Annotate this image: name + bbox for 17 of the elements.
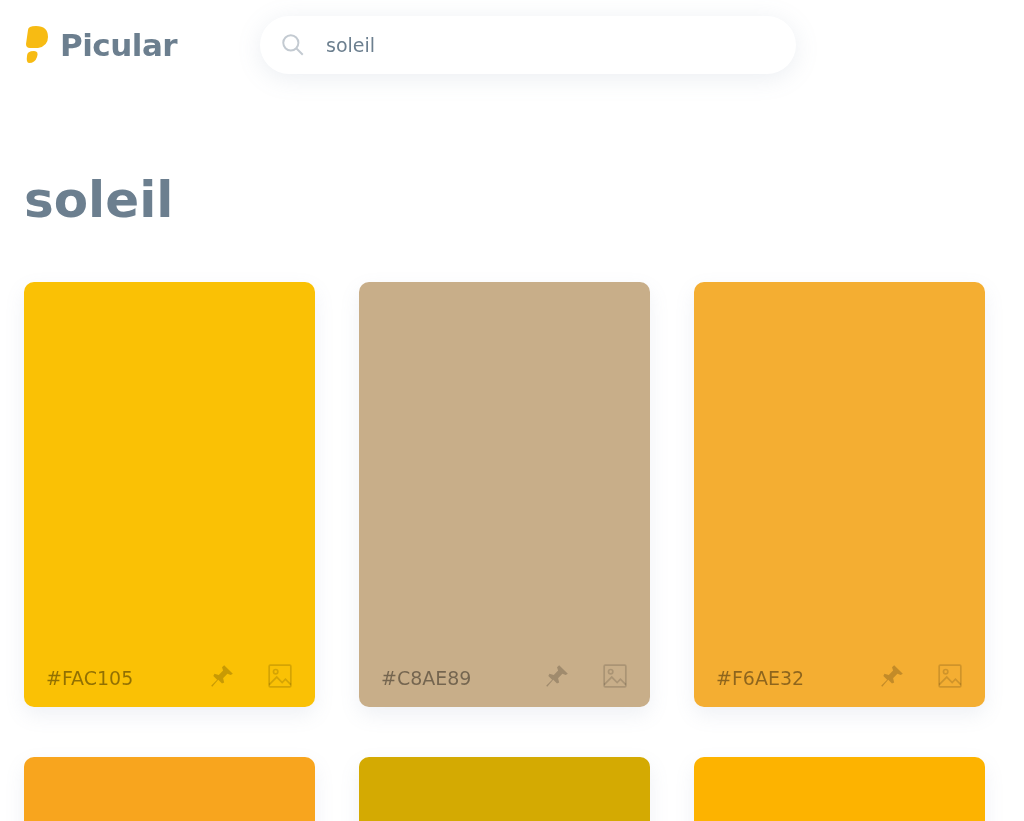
color-card[interactable]: #FAC105 [24, 282, 315, 707]
image-icon[interactable] [267, 663, 293, 689]
hex-code: #FAC105 [46, 667, 134, 689]
hex-code: #F6AE32 [716, 667, 805, 689]
page-title: soleil [24, 170, 175, 230]
image-icon[interactable] [937, 663, 963, 689]
search-icon [280, 32, 306, 58]
color-card[interactable]: #C8AE89 [359, 282, 650, 707]
hex-code: #C8AE89 [381, 667, 472, 689]
search-field[interactable]: soleil [260, 16, 796, 74]
color-card[interactable]: #F6AE32 [694, 282, 985, 707]
pin-icon[interactable] [879, 663, 905, 689]
logo-icon [24, 26, 50, 64]
pin-icon[interactable] [544, 663, 570, 689]
logo-text[interactable]: Picular [60, 27, 178, 63]
pin-icon[interactable] [209, 663, 235, 689]
image-icon[interactable] [602, 663, 628, 689]
